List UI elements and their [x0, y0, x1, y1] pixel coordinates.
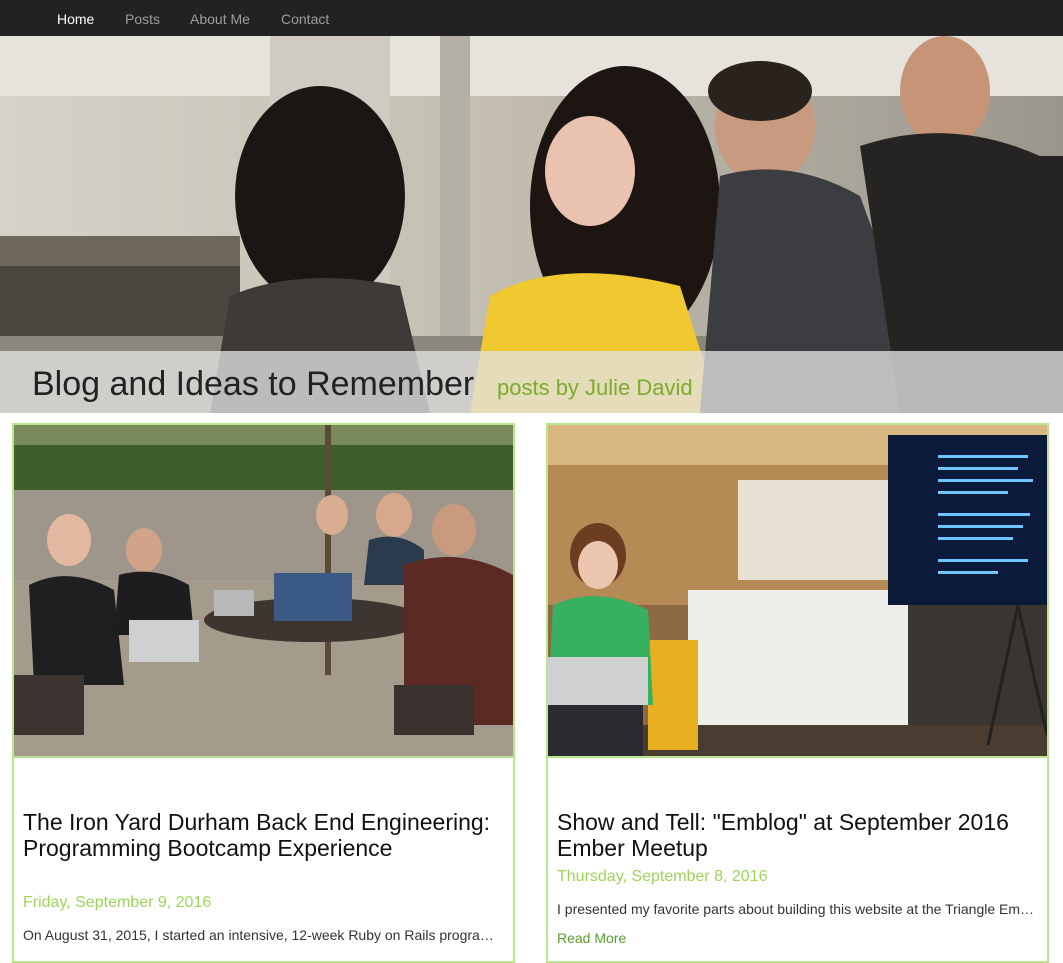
post-thumbnail[interactable]: [14, 425, 513, 758]
read-more-link[interactable]: Read More: [557, 930, 626, 946]
nav-home-link[interactable]: Home: [57, 11, 94, 27]
top-navbar: Home Posts About Me Contact: [0, 0, 1063, 36]
nav-contact-link[interactable]: Contact: [281, 11, 329, 27]
nav-about-me-link[interactable]: About Me: [190, 11, 250, 27]
post-title[interactable]: Show and Tell: "Emblog" at September 201…: [557, 809, 1037, 861]
post-excerpt: On August 31, 2015, I started an intensi…: [23, 927, 501, 943]
post-title[interactable]: The Iron Yard Durham Back End Engineerin…: [23, 809, 503, 861]
post-thumbnail[interactable]: [548, 425, 1047, 758]
post-card: Show and Tell: "Emblog" at September 201…: [546, 423, 1049, 963]
post-card: The Iron Yard Durham Back End Engineerin…: [12, 423, 515, 963]
post-date: Friday, September 9, 2016: [23, 894, 212, 911]
post-date: Thursday, September 8, 2016: [557, 868, 768, 885]
nav-posts-link[interactable]: Posts: [125, 11, 160, 27]
post-photo-meetup: [548, 425, 1047, 756]
site-subtitle: posts by Julie David: [497, 375, 693, 400]
post-photo-patio: [14, 425, 513, 756]
site-title: Blog and Ideas to Remember: [32, 365, 475, 403]
post-excerpt: I presented my favorite parts about buil…: [557, 901, 1035, 917]
hero-banner: Blog and Ideas to Remember posts by Juli…: [0, 36, 1063, 413]
